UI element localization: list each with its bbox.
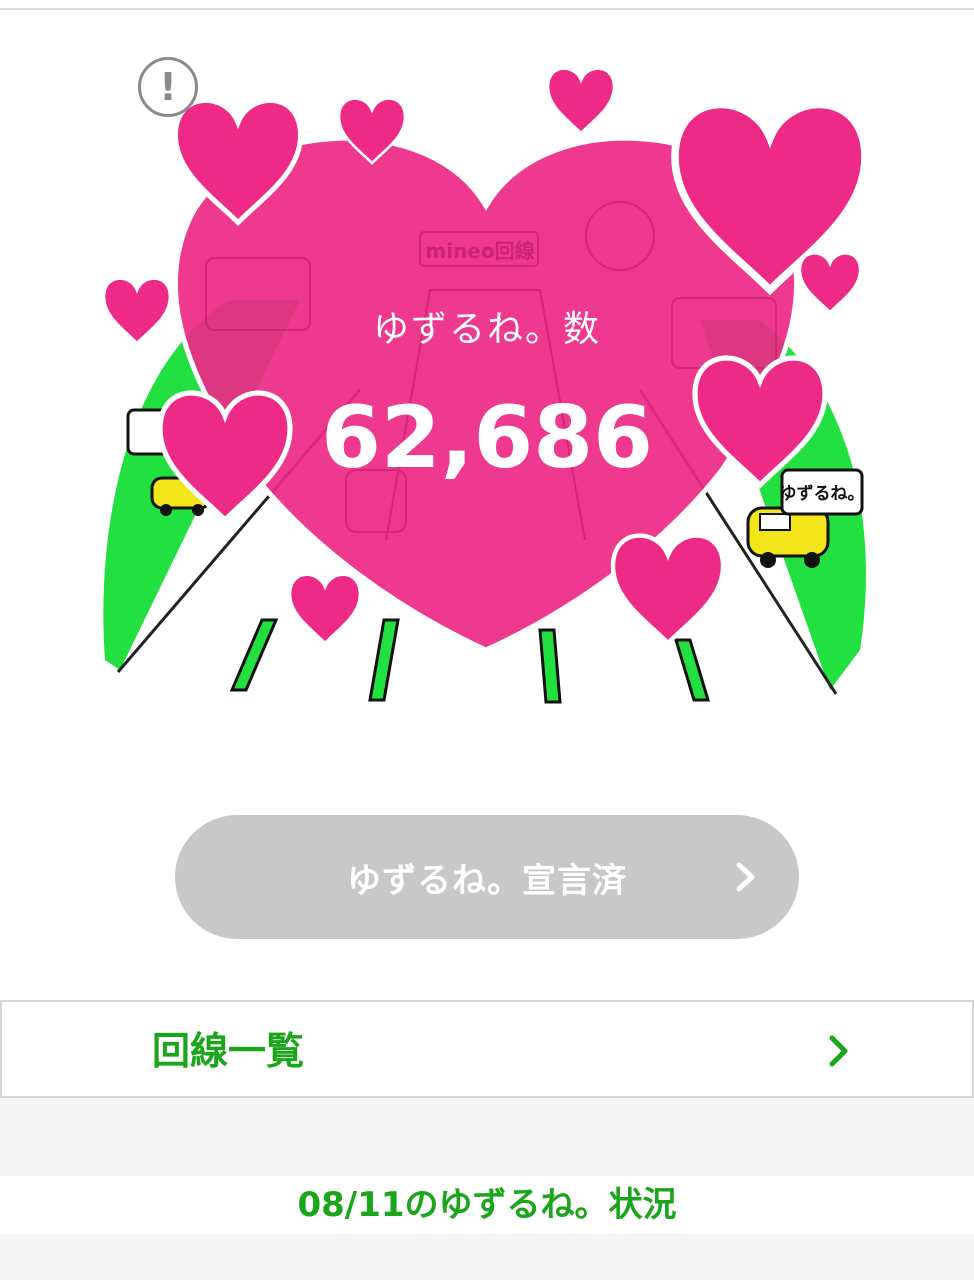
counter-value: 62,686 xyxy=(321,388,653,488)
status-header: 08/11のゆずるね。状況 xyxy=(0,1176,974,1234)
counter-label: ゆずるね。数 xyxy=(372,309,601,350)
mineo-sign-text: mineo回線 xyxy=(425,239,534,263)
hero-illustration: ゆずるね。 mineo回線 ! ゆずるね。数 62,686 xyxy=(0,0,974,720)
line-list-label: 回線一覧 xyxy=(152,1029,305,1073)
declare-button[interactable]: ゆずるね。宣言済 xyxy=(175,815,799,939)
chevron-right-icon xyxy=(828,1002,850,1100)
exclamation-icon: ! xyxy=(159,65,177,109)
line-list-row[interactable]: 回線一覧 xyxy=(0,1000,974,1098)
status-title: 08/11のゆずるね。状況 xyxy=(297,1185,677,1225)
declare-button-label: ゆずるね。宣言済 xyxy=(347,860,627,901)
chevron-right-icon xyxy=(735,815,757,939)
info-button[interactable]: ! xyxy=(138,57,198,117)
